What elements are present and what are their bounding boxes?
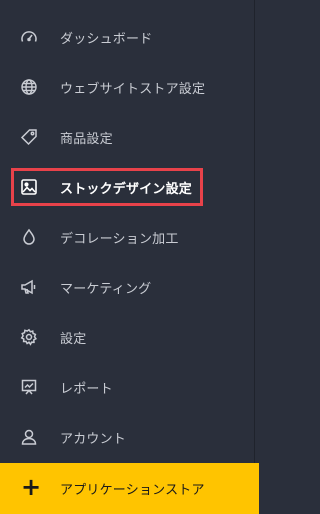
sidebar-item-settings[interactable]: 設定 [0, 312, 259, 362]
sidebar-item-label: ダッシュボード [60, 31, 153, 47]
sidebar-item-label: 設定 [60, 331, 87, 347]
gear-icon [20, 328, 38, 346]
megaphone-icon [20, 278, 38, 296]
user-icon [20, 428, 38, 446]
sidebar-item-dashboard[interactable]: ダッシュボード [0, 12, 259, 62]
tag-icon [20, 128, 38, 146]
sidebar-item-account[interactable]: アカウント [0, 412, 259, 462]
sidebar-item-label: マーケティング [60, 281, 152, 297]
app-store-label: アプリケーションストア [60, 483, 205, 498]
sidebar-item-marketing[interactable]: マーケティング [0, 262, 259, 312]
speedometer-icon [20, 28, 38, 46]
sidebar-item-product-settings[interactable]: 商品設定 [0, 112, 259, 162]
sidebar-item-label: 商品設定 [60, 131, 113, 147]
plus-icon: + [21, 473, 42, 501]
image-icon [20, 178, 38, 196]
sidebar-item-decoration-processing[interactable]: デコレーション加工 [0, 212, 259, 262]
sidebar-item-website-store-settings[interactable]: ウェブサイトストア設定 [0, 62, 259, 112]
droplet-icon [20, 228, 38, 246]
sidebar-item-label: デコレーション加工 [60, 231, 179, 247]
sidebar-item-report[interactable]: レポート [0, 362, 259, 412]
sidebar-item-stock-design-settings[interactable]: ストックデザイン設定 [0, 162, 259, 212]
sidebar-item-label: アカウント [60, 431, 127, 447]
app-store-button[interactable]: + アプリケーションストア [0, 463, 259, 514]
report-icon [20, 378, 38, 396]
sidebar-item-label: ストックデザイン設定 [60, 181, 193, 197]
globe-icon [20, 78, 38, 96]
sidebar-item-label: レポート [60, 381, 113, 397]
sidebar-item-label: ウェブサイトストア設定 [60, 81, 206, 97]
